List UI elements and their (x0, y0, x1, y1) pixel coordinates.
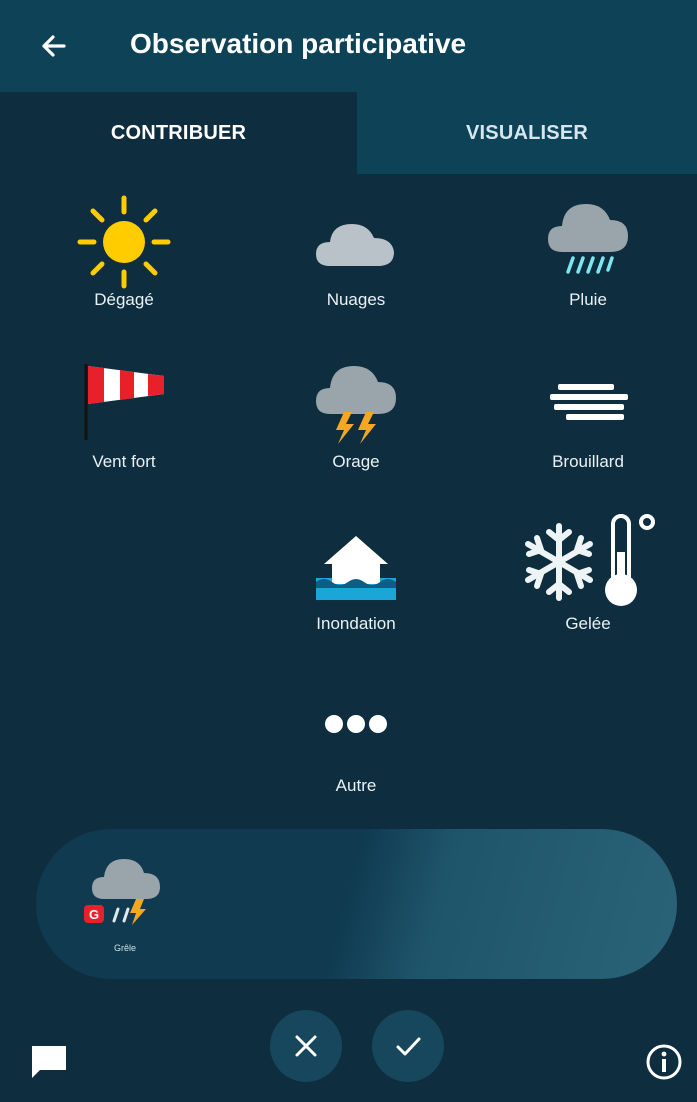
observation-label: Autre (335, 776, 377, 795)
flood-icon (316, 536, 396, 600)
sun-icon (77, 195, 171, 289)
observation-label: Inondation (316, 614, 396, 633)
observation-inondation[interactable]: Inondation (240, 518, 472, 668)
observation-label: Dégagé (94, 290, 154, 309)
feedback-button[interactable] (28, 1042, 70, 1082)
observation-orage[interactable]: Orage (240, 356, 472, 506)
observation-label: Pluie (569, 290, 607, 309)
observation-degage[interactable]: Dégagé (8, 194, 240, 344)
close-icon (295, 1035, 317, 1057)
confirm-button[interactable] (372, 1010, 444, 1082)
observation-label: Gelée (565, 614, 611, 633)
selection-tray: G Grêle (36, 829, 677, 979)
observation-pluie[interactable]: Pluie (472, 194, 697, 344)
observation-nuages[interactable]: Nuages (240, 194, 472, 344)
observation-vent-fort[interactable]: Vent fort (8, 356, 240, 506)
selected-observation-label: Grêle (113, 943, 136, 953)
arrow-left-icon (42, 35, 66, 57)
observation-label: Brouillard (552, 452, 624, 471)
windsock-icon (84, 364, 164, 440)
hail-storm-icon: G (84, 859, 160, 925)
frost-icon (525, 514, 655, 606)
page-title: Observation participative (130, 28, 467, 59)
app-bar: Observation participative (0, 0, 697, 92)
observation-label: Vent fort (92, 452, 156, 471)
tab-bar: CONTRIBUER VISUALISER (0, 92, 697, 174)
cancel-button[interactable] (270, 1010, 342, 1082)
observation-autre[interactable]: Autre (240, 680, 472, 830)
fog-icon (550, 384, 628, 420)
info-icon (646, 1044, 682, 1080)
observation-label: Orage (332, 452, 380, 471)
rain-cloud-icon (548, 204, 628, 274)
observation-label: Nuages (326, 290, 386, 309)
cloud-icon (316, 224, 394, 266)
selected-observation-chip[interactable]: G Grêle (80, 849, 170, 959)
more-dots-icon (325, 715, 387, 733)
thunderstorm-icon (316, 366, 396, 444)
observation-gelee[interactable]: Gelée (472, 514, 697, 668)
check-icon (396, 1037, 421, 1056)
back-button[interactable] (34, 26, 74, 66)
info-button[interactable] (644, 1042, 684, 1082)
tab-contribuer[interactable]: CONTRIBUER (0, 92, 357, 174)
tab-visualiser[interactable]: VISUALISER (357, 92, 697, 174)
hail-badge: G (89, 907, 99, 922)
chat-bubble-icon (32, 1046, 66, 1078)
observation-brouillard[interactable]: Brouillard (472, 356, 697, 506)
